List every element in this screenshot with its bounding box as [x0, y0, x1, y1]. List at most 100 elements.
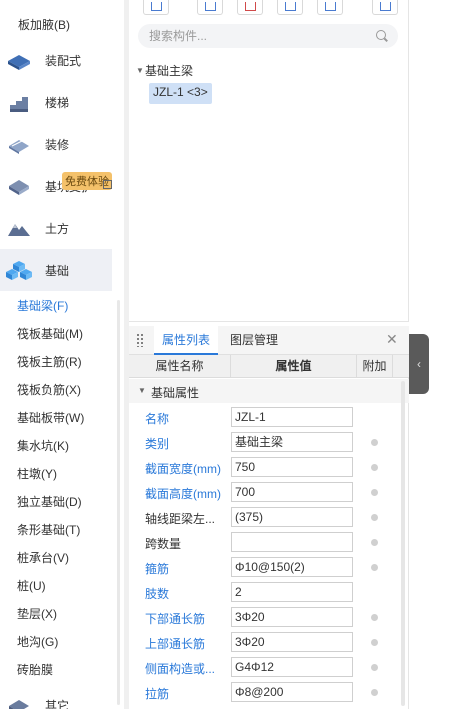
extra-checkbox[interactable]: [371, 539, 378, 546]
tree-item-selected[interactable]: JZL-1 <3>: [149, 83, 212, 104]
group-collapse-icon[interactable]: ▼: [138, 386, 146, 395]
close-icon[interactable]: ✕: [386, 331, 398, 348]
property-name: 肢数: [145, 587, 170, 601]
sub-item-cushion[interactable]: 垫层(X): [17, 605, 57, 622]
category-label: 土方: [45, 221, 70, 236]
copy-icon: [205, 2, 216, 11]
property-value-field[interactable]: (375): [231, 507, 353, 527]
extra-checkbox[interactable]: [371, 489, 378, 496]
extra-checkbox[interactable]: [371, 439, 378, 446]
extra-checkbox[interactable]: [371, 514, 378, 521]
property-value-field[interactable]: 700: [231, 482, 353, 502]
foundation-pit-icon: [9, 180, 29, 195]
category-label: 基础: [45, 263, 70, 278]
tree-group-label[interactable]: 基础主梁: [145, 62, 193, 79]
property-row[interactable]: 箍筋 Φ10@150(2): [129, 555, 409, 580]
component-search-input[interactable]: [138, 24, 398, 48]
property-group-label: 基础属性: [151, 386, 200, 400]
sub-item-brick-mold[interactable]: 砖胎膜: [17, 661, 53, 678]
new-component-button[interactable]: [143, 0, 169, 15]
delete-component-button[interactable]: [237, 0, 263, 15]
property-row[interactable]: 侧面构造或... G4Φ12: [129, 655, 409, 680]
property-name: 箍筋: [145, 562, 170, 576]
property-value-field[interactable]: Φ8@200: [231, 682, 353, 702]
nav-item-slab-haunch[interactable]: 板加腋(B): [18, 16, 70, 33]
category-label: 楼梯: [45, 95, 70, 110]
extra-checkbox[interactable]: [371, 564, 378, 571]
property-row[interactable]: 肢数 2: [129, 580, 409, 605]
sub-item-isolated-footing[interactable]: 独立基础(D): [17, 493, 82, 510]
new-icon: [151, 2, 162, 11]
collapse-panel-button[interactable]: ‹: [409, 334, 429, 394]
property-value-field[interactable]: JZL-1: [231, 407, 353, 427]
sub-item-sump-pit[interactable]: 集水坑(K): [17, 437, 69, 454]
property-row[interactable]: 轴线距梁左... (375): [129, 505, 409, 530]
sub-item-foundation-strip[interactable]: 基础板带(W): [17, 409, 84, 426]
category-label: 其它: [45, 698, 70, 709]
property-value-field[interactable]: G4Φ12: [231, 657, 353, 677]
property-value-field[interactable]: Φ10@150(2): [231, 557, 353, 577]
category-label: 装修: [45, 137, 70, 152]
property-row[interactable]: 截面宽度(mm) 750: [129, 455, 409, 480]
duplicate-floor-button[interactable]: [277, 0, 303, 15]
category-foundation[interactable]: 基础: [0, 249, 112, 291]
sub-item-strip-footing[interactable]: 条形基础(T): [17, 521, 80, 538]
property-group-header[interactable]: ▼ 基础属性: [129, 379, 409, 403]
filter-component-button[interactable]: [317, 0, 343, 15]
category-stairs[interactable]: 楼梯: [0, 81, 112, 123]
category-prefab[interactable]: 装配式: [0, 39, 112, 81]
tab-property-list[interactable]: 属性列表: [154, 326, 219, 355]
nav-scrollbar[interactable]: [117, 300, 120, 705]
category-earthwork[interactable]: 土方: [0, 207, 112, 249]
sub-item-raft-negative-rebar[interactable]: 筏板负筋(X): [17, 381, 81, 398]
tree-expand-icon[interactable]: ▼: [136, 66, 144, 75]
foundation-icon: [6, 261, 32, 280]
sub-item-foundation-beam[interactable]: 基础梁(F): [17, 297, 68, 314]
filter-icon: [325, 2, 336, 11]
property-row[interactable]: 名称 JZL-1: [129, 405, 409, 430]
property-value-field[interactable]: 3Φ20: [231, 632, 353, 652]
property-row[interactable]: 下部通长筋 3Φ20: [129, 605, 409, 630]
sub-item-raft-foundation[interactable]: 筏板基础(M): [17, 325, 83, 342]
property-row[interactable]: 类别 基础主梁: [129, 430, 409, 455]
stairs-icon: [10, 97, 28, 112]
category-decoration[interactable]: 装修: [0, 123, 112, 165]
tab-layer-management[interactable]: 图层管理: [222, 326, 286, 355]
property-name: 侧面构造或...: [145, 662, 216, 676]
property-table-header: 属性名称 属性值 附加: [129, 355, 409, 378]
sub-item-pile-cap[interactable]: 桩承台(V): [17, 549, 69, 566]
property-value-field[interactable]: 2: [231, 582, 353, 602]
component-panel: ▼ 基础主梁 JZL-1 <3>: [129, 0, 409, 322]
extra-checkbox[interactable]: [371, 464, 378, 471]
property-row[interactable]: 截面高度(mm) 700: [129, 480, 409, 505]
property-value-field[interactable]: 750: [231, 457, 353, 477]
extra-checkbox[interactable]: [371, 614, 378, 621]
property-scrollbar[interactable]: [401, 381, 405, 706]
left-nav: 板加腋(B) 装配式 楼梯 装修 基坑支护 免费体验 土方: [0, 0, 124, 709]
category-label: 装配式: [45, 53, 82, 68]
more-button[interactable]: [372, 0, 398, 15]
decoration-icon: [9, 140, 29, 154]
category-other[interactable]: 其它: [0, 684, 112, 709]
property-value-field[interactable]: [231, 532, 353, 552]
property-row[interactable]: 上部通长筋 3Φ20: [129, 630, 409, 655]
property-row[interactable]: 拉筋 Φ8@200: [129, 680, 409, 705]
extra-checkbox[interactable]: [371, 689, 378, 696]
sub-item-raft-main-rebar[interactable]: 筏板主筋(R): [17, 353, 82, 370]
search-icon[interactable]: [376, 30, 386, 40]
sub-item-trench[interactable]: 地沟(G): [17, 633, 58, 650]
drag-handle-icon[interactable]: [136, 333, 144, 347]
sub-item-column-pier[interactable]: 柱墩(Y): [17, 465, 57, 482]
property-panel: 属性列表 图层管理 ✕ 属性名称 属性值 附加 ▼ 基础属性 名称 JZL-1 类别…: [129, 326, 409, 709]
extra-checkbox[interactable]: [371, 639, 378, 646]
property-row[interactable]: 跨数量: [129, 530, 409, 555]
earthwork-icon: [8, 224, 30, 236]
sub-item-pile[interactable]: 桩(U): [17, 577, 46, 594]
property-name: 下部通长筋: [145, 612, 206, 626]
property-name: 轴线距梁左...: [145, 512, 216, 526]
property-value-field[interactable]: 基础主梁: [231, 432, 353, 452]
property-name: 跨数量: [145, 537, 182, 551]
extra-checkbox[interactable]: [371, 664, 378, 671]
copy-component-button[interactable]: [197, 0, 223, 15]
property-value-field[interactable]: 3Φ20: [231, 607, 353, 627]
